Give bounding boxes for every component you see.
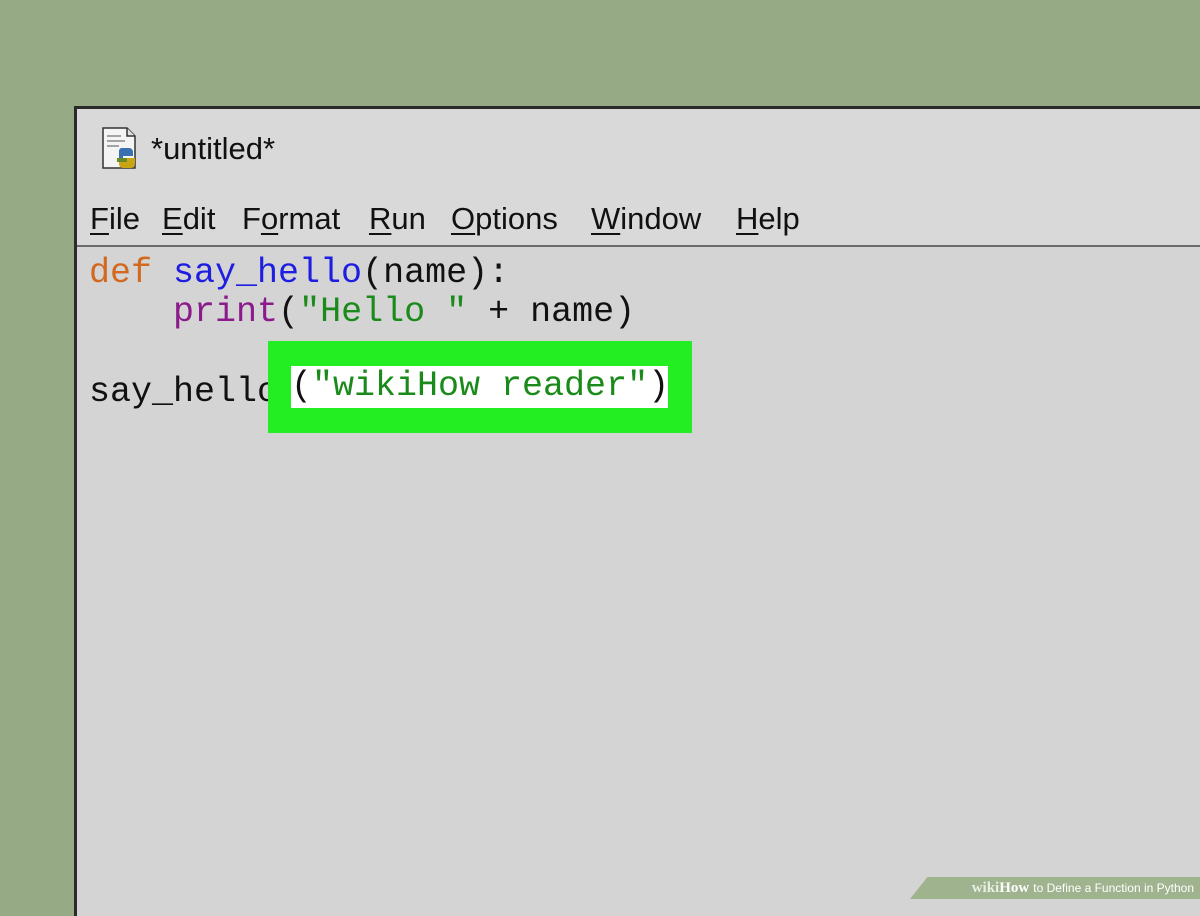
menu-run-label: un bbox=[391, 201, 426, 236]
watermark-how: How bbox=[999, 879, 1030, 896]
paren-close: ) bbox=[648, 366, 670, 406]
watermark-text: to Define a Function in Python bbox=[1033, 881, 1194, 895]
code-editor[interactable]: def say_hello(name): print("Hello " + na… bbox=[77, 247, 1200, 916]
menu-format-label: rmat bbox=[278, 201, 341, 236]
wikihow-watermark: wiki How to Define a Function in Python bbox=[910, 877, 1200, 899]
python-file-icon bbox=[102, 127, 136, 169]
menu-edit-mnemonic: E bbox=[162, 201, 183, 236]
menu-options[interactable]: Options bbox=[451, 201, 558, 237]
watermark-wiki: wiki bbox=[971, 879, 1000, 896]
function-params: (name): bbox=[362, 253, 510, 293]
menu-window[interactable]: Window bbox=[591, 201, 701, 237]
menu-run-mnemonic: R bbox=[369, 201, 392, 236]
string-literal-argument: "wikiHow reader" bbox=[312, 366, 649, 406]
menu-format-prefix: F bbox=[242, 201, 261, 236]
paren-open: ( bbox=[291, 366, 313, 406]
paren-open: ( bbox=[278, 292, 300, 332]
menu-file-mnemonic: F bbox=[90, 201, 109, 236]
menu-window-mnemonic: W bbox=[591, 201, 621, 236]
menu-bar: File Edit Format Run Options Window Help bbox=[77, 191, 1200, 247]
code-line-4: say_hello bbox=[89, 372, 278, 412]
menu-format[interactable]: Format bbox=[242, 201, 340, 237]
menu-help[interactable]: Help bbox=[736, 201, 800, 237]
menu-help-label: elp bbox=[758, 201, 800, 236]
builtin-print: print bbox=[173, 292, 279, 332]
code-line-1: def say_hello(name): bbox=[89, 253, 509, 293]
code-rest: + name) bbox=[467, 292, 636, 332]
title-bar: *untitled* bbox=[77, 109, 1200, 191]
menu-file[interactable]: File bbox=[90, 201, 140, 237]
menu-edit-label: dit bbox=[182, 201, 216, 236]
menu-options-label: ptions bbox=[475, 201, 558, 236]
menu-run[interactable]: Run bbox=[369, 201, 426, 237]
menu-options-mnemonic: O bbox=[451, 201, 476, 236]
idle-editor-window: *untitled* File Edit Format Run Options … bbox=[74, 106, 1200, 916]
window-title: *untitled* bbox=[151, 131, 276, 166]
function-call: say_hello bbox=[89, 372, 279, 412]
menu-file-label: ile bbox=[108, 201, 140, 236]
menu-edit[interactable]: Edit bbox=[162, 201, 215, 237]
keyword-def: def bbox=[89, 253, 153, 293]
menu-format-mnemonic: o bbox=[260, 201, 279, 236]
code-line-2: print("Hello " + name) bbox=[89, 292, 635, 332]
menu-window-label: indow bbox=[620, 201, 702, 236]
menu-help-mnemonic: H bbox=[736, 201, 759, 236]
string-literal: "Hello " bbox=[299, 292, 468, 332]
function-name: say_hello bbox=[173, 253, 363, 293]
highlighted-argument: ("wikiHow reader") bbox=[291, 366, 669, 406]
